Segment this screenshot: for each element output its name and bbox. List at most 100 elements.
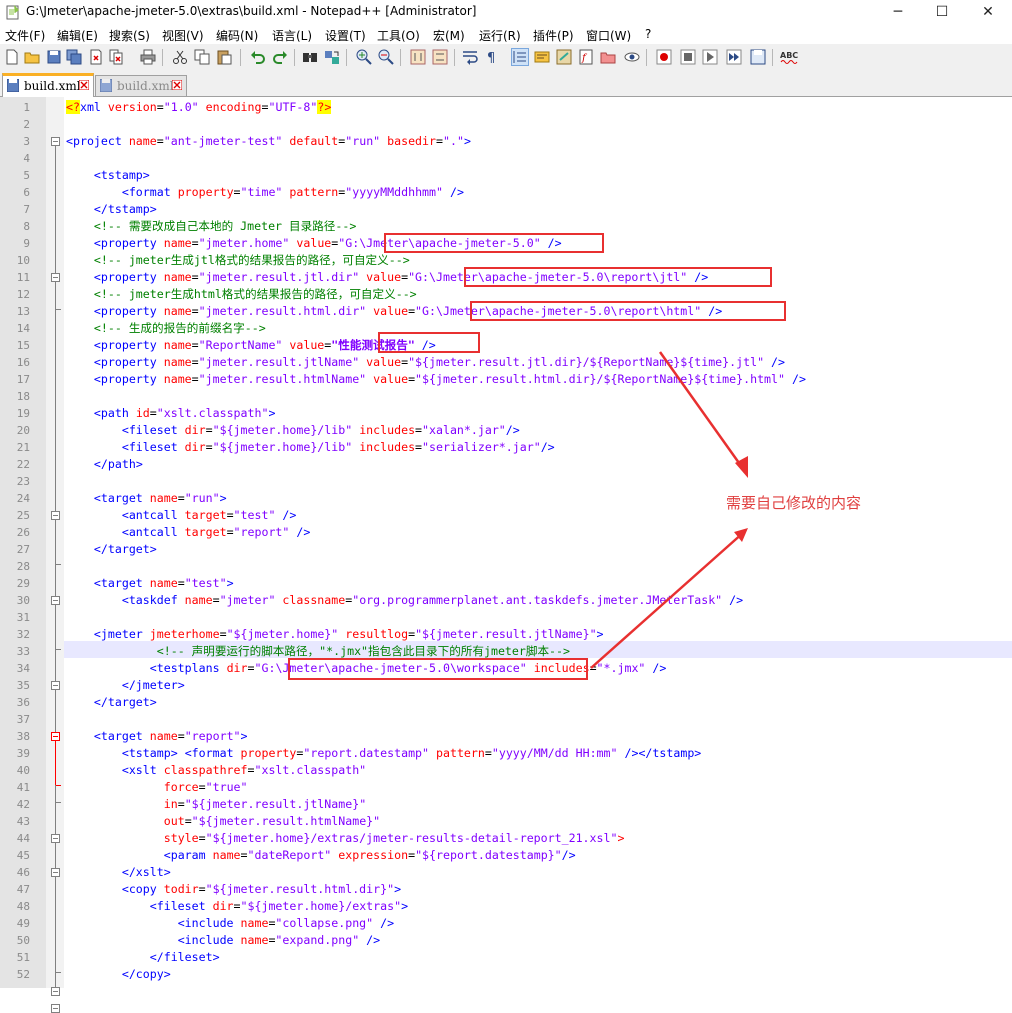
code-line[interactable]: <property name="jmeter.result.jtlName" v… xyxy=(66,354,785,371)
code-line[interactable]: <target name="report"> xyxy=(66,728,248,745)
code-line[interactable]: <jmeter jmeterhome="${jmeter.home}" resu… xyxy=(66,626,604,643)
code-line[interactable]: </xslt> xyxy=(66,864,171,881)
find-icon[interactable] xyxy=(302,49,318,65)
new-file-icon[interactable] xyxy=(4,49,20,65)
menu-window[interactable]: 窗口(W) xyxy=(586,27,631,44)
tab-close-icon[interactable] xyxy=(79,80,89,90)
menu-edit[interactable]: 编辑(E) xyxy=(57,27,98,44)
code-line[interactable]: <!-- 生成的报告的前缀名字--> xyxy=(66,320,266,337)
code-line[interactable]: <project name="ant-jmeter-test" default=… xyxy=(66,133,471,150)
editor-area[interactable]: 1 2 3 4 5 6 7 8 9 10 11 12 13 14 15 16 17 18 19 20 21 22 23 24 2… xyxy=(0,97,1012,1013)
sync-horizontal-icon[interactable] xyxy=(432,49,448,65)
fold-toggle-target-test[interactable] xyxy=(51,681,60,690)
code-line[interactable]: <include name="collapse.png" /> xyxy=(66,915,394,932)
code-line[interactable]: <xslt classpathref="xslt.classpath" xyxy=(66,762,366,779)
fold-toggle-target-report[interactable] xyxy=(51,834,60,843)
code-line[interactable]: <param name="dateReport" expression="${r… xyxy=(66,847,576,864)
macro-save-icon[interactable] xyxy=(750,49,766,65)
menu-help[interactable]: ? xyxy=(645,27,651,41)
word-wrap-icon[interactable] xyxy=(462,49,478,65)
close-icon[interactable] xyxy=(88,49,104,65)
zoom-in-icon[interactable] xyxy=(356,49,372,65)
code-line[interactable]: </fileset> xyxy=(66,949,220,966)
folder-workspace-icon[interactable] xyxy=(600,49,616,65)
replace-icon[interactable] xyxy=(324,49,340,65)
code-line[interactable]: force="true" xyxy=(66,779,248,796)
doc-map-icon[interactable] xyxy=(556,49,572,65)
code-line[interactable]: out="${jmeter.result.htmlName}" xyxy=(66,813,380,830)
fold-toggle-target-run[interactable] xyxy=(51,596,60,605)
spell-check-icon[interactable]: ABC xyxy=(780,49,798,65)
monitoring-icon[interactable] xyxy=(624,49,640,65)
code-line[interactable]: <!-- 需要改成自己本地的 Jmeter 目录路径--> xyxy=(66,218,356,235)
code-line[interactable]: </copy> xyxy=(66,966,171,983)
code-line[interactable]: <!-- jmeter生成html格式的结果报告的路径，可自定义--> xyxy=(66,286,417,303)
undo-icon[interactable] xyxy=(250,49,266,65)
code-line[interactable]: <antcall target="test" /> xyxy=(66,507,297,524)
save-all-icon[interactable] xyxy=(66,49,82,65)
code-line[interactable]: <include name="expand.png" /> xyxy=(66,932,380,949)
code-line[interactable]: <path id="xslt.classpath"> xyxy=(66,405,276,422)
code-line[interactable]: </path> xyxy=(66,456,143,473)
code-line[interactable]: <tstamp> xyxy=(66,167,150,184)
menu-view[interactable]: 视图(V) xyxy=(162,27,204,44)
code-line[interactable]: <format property="time" pattern="yyyyMMd… xyxy=(66,184,464,201)
code-line[interactable]: </tstamp> xyxy=(66,201,157,218)
minimize-button[interactable]: ─ xyxy=(876,0,920,24)
close-window-button[interactable]: ✕ xyxy=(966,0,1010,24)
code-line[interactable]: in="${jmeter.result.jtlName}" xyxy=(66,796,366,813)
menu-search[interactable]: 搜索(S) xyxy=(109,27,150,44)
close-all-icon[interactable] xyxy=(108,49,124,65)
macro-play-icon[interactable] xyxy=(702,49,718,65)
code-line[interactable]: style="${jmeter.home}/extras/jmeter-resu… xyxy=(66,830,625,847)
menu-file[interactable]: 文件(F) xyxy=(5,27,45,44)
code-line[interactable]: <!-- jmeter生成jtl格式的结果报告的路径，可自定义--> xyxy=(66,252,410,269)
tab-close-icon[interactable] xyxy=(172,80,182,90)
tab-build-xml-active[interactable]: build.xml xyxy=(2,73,94,97)
code-line[interactable]: <taskdef name="jmeter" classname="org.pr… xyxy=(66,592,743,609)
code-line[interactable]: <target name="test"> xyxy=(66,575,234,592)
macro-record-icon[interactable] xyxy=(656,49,672,65)
function-list-icon[interactable]: f xyxy=(578,49,594,65)
code-line[interactable]: </jmeter> xyxy=(66,677,185,694)
menu-settings[interactable]: 设置(T) xyxy=(325,27,366,44)
code-line[interactable]: <target name="run"> xyxy=(66,490,227,507)
code-line[interactable]: <?xml version="1.0" encoding="UTF-8"?> xyxy=(66,99,332,116)
fold-toggle-path[interactable] xyxy=(51,511,60,520)
redo-icon[interactable] xyxy=(272,49,288,65)
code-line[interactable]: </target> xyxy=(66,541,157,558)
open-file-icon[interactable] xyxy=(24,49,40,65)
fold-toggle-project[interactable] xyxy=(51,137,60,146)
code-line[interactable]: </target> xyxy=(66,694,157,711)
show-all-chars-icon[interactable]: ¶ xyxy=(484,49,500,65)
fold-margin[interactable] xyxy=(46,97,64,1013)
fold-toggle-tstamp[interactable] xyxy=(51,273,60,282)
tab-build-xml-inactive[interactable]: build.xml xyxy=(95,75,187,96)
sync-vertical-icon[interactable] xyxy=(410,49,426,65)
fold-toggle-jmeter[interactable] xyxy=(51,732,60,741)
code-line[interactable]: <fileset dir="${jmeter.home}/lib" includ… xyxy=(66,422,520,439)
code-line[interactable]: <property name="jmeter.result.htmlName" … xyxy=(66,371,806,388)
menu-encoding[interactable]: 编码(N) xyxy=(216,27,258,44)
fold-toggle-xslt[interactable] xyxy=(51,868,60,877)
code-line[interactable]: <tstamp> <format property="report.datest… xyxy=(66,745,701,762)
maximize-button[interactable]: ☐ xyxy=(920,0,964,24)
copy-icon[interactable] xyxy=(194,49,210,65)
code-line[interactable]: <antcall target="report" /> xyxy=(66,524,311,541)
macro-run-multiple-icon[interactable] xyxy=(726,49,742,65)
code-line[interactable]: <fileset dir="${jmeter.home}/extras"> xyxy=(66,898,408,915)
code-line[interactable]: <fileset dir="${jmeter.home}/lib" includ… xyxy=(66,439,555,456)
user-language-icon[interactable] xyxy=(534,49,550,65)
menu-plugins[interactable]: 插件(P) xyxy=(533,27,574,44)
menu-language[interactable]: 语言(L) xyxy=(272,27,312,44)
code-line[interactable]: <copy todir="${jmeter.result.html.dir}"> xyxy=(66,881,401,898)
paste-icon[interactable] xyxy=(216,49,232,65)
zoom-out-icon[interactable] xyxy=(378,49,394,65)
save-icon[interactable] xyxy=(46,49,62,65)
menu-tools[interactable]: 工具(O) xyxy=(377,27,420,44)
fold-toggle-fileset[interactable] xyxy=(51,1004,60,1013)
macro-stop-icon[interactable] xyxy=(680,49,696,65)
fold-toggle-copy[interactable] xyxy=(51,987,60,996)
print-icon[interactable] xyxy=(140,49,156,65)
menu-run[interactable]: 运行(R) xyxy=(479,27,521,44)
